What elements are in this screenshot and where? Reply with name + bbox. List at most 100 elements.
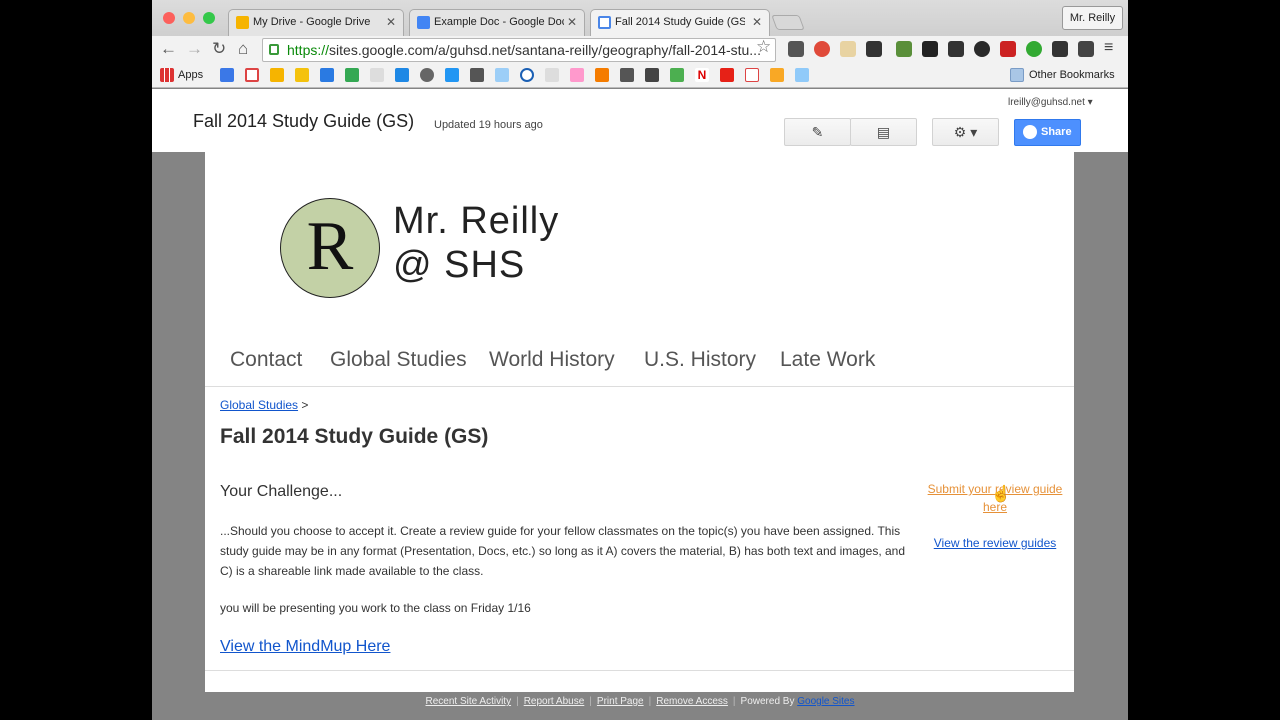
account-menu[interactable]: lreilly@guhsd.net ▾: [1008, 97, 1093, 108]
hand-cursor-icon: ☝: [991, 486, 1011, 503]
view-review-guides-link[interactable]: View the review guides: [920, 536, 1070, 550]
bookmark-icon[interactable]: [770, 68, 784, 82]
gmail-icon[interactable]: [245, 68, 259, 82]
site-footer: Recent Site Activity | Report Abuse | Print …: [425, 696, 855, 707]
apple-icon[interactable]: [420, 68, 434, 82]
menu-icon[interactable]: ≡: [1104, 39, 1113, 57]
new-tab-button[interactable]: [771, 15, 805, 30]
nav-late-work[interactable]: Late Work: [780, 348, 875, 372]
edit-page-button[interactable]: ✎: [784, 118, 851, 146]
extension-icon[interactable]: [1000, 41, 1016, 57]
remove-access-link[interactable]: Remove Access: [656, 696, 728, 707]
dropbox-icon[interactable]: [395, 68, 409, 82]
tab-my-drive[interactable]: My Drive - Google Drive ✕: [228, 9, 404, 36]
mindmup-link[interactable]: View the MindMup Here: [220, 638, 390, 656]
apps-icon[interactable]: [160, 68, 174, 82]
zoom-window-icon[interactable]: [203, 12, 215, 24]
bookmark-icon[interactable]: [370, 68, 384, 82]
new-page-icon: ▤: [876, 124, 891, 140]
extension-icon[interactable]: [948, 41, 964, 57]
share-button[interactable]: Share: [1014, 119, 1081, 146]
bookmark-icon[interactable]: [595, 68, 609, 82]
new-page-button[interactable]: ▤: [850, 118, 917, 146]
tab-close-icon[interactable]: ✕: [386, 15, 396, 29]
tab-close-icon[interactable]: ✕: [752, 15, 762, 29]
bookmark-icon[interactable]: [320, 68, 334, 82]
tab-close-icon[interactable]: ✕: [567, 15, 577, 29]
divider: [205, 670, 1074, 671]
tab-example-doc[interactable]: Example Doc - Google Docs ✕: [409, 9, 585, 36]
netflix-icon[interactable]: N: [695, 68, 709, 82]
gear-icon: ⚙ ▾: [953, 124, 978, 140]
extension-icon[interactable]: [1026, 41, 1042, 57]
pencil-icon: ✎: [811, 124, 824, 140]
extension-icon[interactable]: [974, 41, 990, 57]
nav-world-history[interactable]: World History: [489, 348, 615, 372]
extension-icon[interactable]: [1052, 41, 1068, 57]
extension-icon[interactable]: [896, 41, 912, 57]
nav-contact[interactable]: Contact: [230, 348, 302, 372]
bookmark-icon[interactable]: [670, 68, 684, 82]
nav-global-studies[interactable]: Global Studies: [330, 348, 467, 372]
apps-bookmark[interactable]: Apps: [178, 69, 203, 81]
google-sites-link[interactable]: Google Sites: [797, 696, 854, 707]
minimize-window-icon[interactable]: [183, 12, 195, 24]
wikipedia-icon[interactable]: [545, 68, 559, 82]
extension-icon[interactable]: [788, 41, 804, 57]
site-page: R Mr. Reilly @ SHS Contact Global Studie…: [205, 152, 1074, 692]
bookmark-star-icon[interactable]: ☆: [756, 37, 771, 57]
browser-window: My Drive - Google Drive ✕ Example Doc - …: [152, 0, 1128, 720]
extension-icon[interactable]: [922, 41, 938, 57]
bookmark-icon[interactable]: [645, 68, 659, 82]
home-icon[interactable]: ⌂: [238, 39, 248, 59]
google-docs-icon: [417, 16, 430, 29]
bookmark-icon[interactable]: [345, 68, 359, 82]
globe-icon: [1023, 125, 1037, 139]
bookmark-icon[interactable]: [620, 68, 634, 82]
divider: [205, 386, 1074, 387]
address-bar[interactable]: https://sites.google.com/a/guhsd.net/san…: [262, 38, 776, 62]
page-heading: Fall 2014 Study Guide (GS): [220, 425, 489, 448]
presentation-note: you will be presenting you work to the c…: [220, 601, 531, 615]
nav-us-history[interactable]: U.S. History: [644, 348, 756, 372]
extension-icon[interactable]: [840, 41, 856, 57]
bookmark-icon[interactable]: [470, 68, 484, 82]
tab-strip: My Drive - Google Drive ✕ Example Doc - …: [152, 0, 1128, 36]
pdf-icon[interactable]: [745, 68, 759, 82]
bookmark-icon[interactable]: [295, 68, 309, 82]
site-page-title: Fall 2014 Study Guide (GS): [193, 111, 415, 131]
extension-icon[interactable]: [1078, 41, 1094, 57]
google-drive-icon[interactable]: [270, 68, 284, 82]
bookmark-icon[interactable]: [495, 68, 509, 82]
google-drive-icon: [236, 16, 249, 29]
folder-icon: [1010, 68, 1024, 82]
bookmark-icon[interactable]: [795, 68, 809, 82]
challenge-heading: Your Challenge...: [220, 483, 343, 500]
logo-text-line1: Mr. Reilly: [393, 200, 560, 242]
settings-button[interactable]: ⚙ ▾: [932, 118, 999, 146]
lock-icon: [269, 44, 279, 55]
reload-icon[interactable]: ↻: [212, 39, 226, 59]
bookmark-icon[interactable]: [520, 68, 534, 82]
instructions-paragraph: ...Should you choose to accept it. Creat…: [220, 524, 906, 578]
other-bookmarks[interactable]: Other Bookmarks: [1029, 69, 1115, 81]
google-sites-icon: [598, 16, 611, 29]
profile-button[interactable]: Mr. Reilly: [1062, 6, 1123, 30]
browser-toolbar: ← → ↻ ⌂ https://sites.google.com/a/guhsd…: [152, 36, 1128, 64]
bookmark-icon[interactable]: [570, 68, 584, 82]
tab-study-guide[interactable]: Fall 2014 Study Guide (GS) ✕: [590, 9, 770, 36]
powered-by-label: Powered By: [740, 696, 795, 707]
breadcrumb: Global Studies >: [220, 398, 309, 412]
close-window-icon[interactable]: [163, 12, 175, 24]
print-page-link[interactable]: Print Page: [597, 696, 644, 707]
bookmark-icon[interactable]: [445, 68, 459, 82]
back-arrow-icon[interactable]: ←: [160, 39, 177, 59]
extension-icon[interactable]: [866, 41, 882, 57]
breadcrumb-link[interactable]: Global Studies: [220, 398, 298, 412]
extension-icon[interactable]: [814, 41, 830, 57]
recent-activity-link[interactable]: Recent Site Activity: [425, 696, 511, 707]
calendar-icon[interactable]: [220, 68, 234, 82]
report-abuse-link[interactable]: Report Abuse: [524, 696, 585, 707]
youtube-icon[interactable]: [720, 68, 734, 82]
forward-arrow-icon[interactable]: →: [186, 39, 203, 59]
